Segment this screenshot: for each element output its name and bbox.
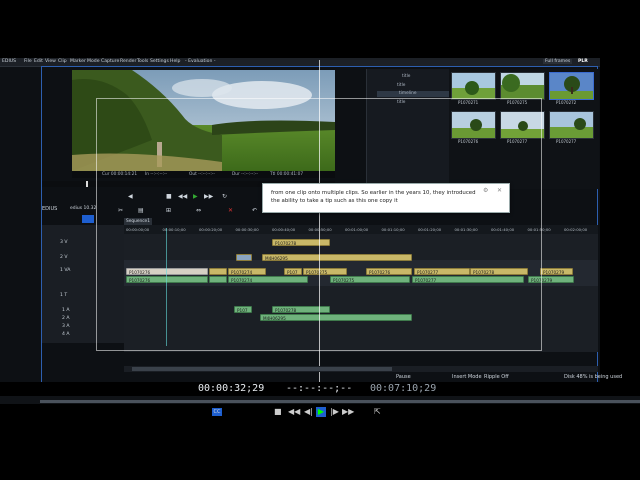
recorder-transport: CC ■ ◀◀ ◀| ▶ |▶ ▶▶ ⇱ [0, 404, 640, 424]
menu-mode[interactable]: Mode [87, 59, 100, 64]
thumbnail[interactable] [451, 72, 496, 100]
menu-capture[interactable]: Capture [101, 59, 119, 64]
menu-view[interactable]: View [45, 59, 56, 64]
ruler-tick-label: 00:02:00;00 [564, 227, 588, 232]
plr-badge[interactable]: PLR [578, 59, 588, 64]
evaluation-label: - Evaluation - [185, 59, 216, 64]
settings-icon[interactable]: ⚙ [483, 187, 488, 194]
status-pause: Pause [396, 374, 411, 380]
timecode-row: 00:00:32;29 --:--:--;-- 00:07:10;29 [0, 382, 640, 396]
track-label-2a: 2 A [62, 316, 70, 321]
track-label-1va: 1 VA [60, 268, 71, 273]
track-label-3v: 3 V [60, 240, 68, 245]
folder-item-selected[interactable]: timeline [377, 91, 449, 97]
caption-tooltip: from one clip onto multiple clips. So ea… [262, 183, 510, 213]
project-name: EDIUS [42, 206, 58, 212]
menu-settings[interactable]: Settings [150, 59, 169, 64]
folder-label: timeline [399, 91, 417, 96]
track-label-1t: 1 T [60, 293, 68, 298]
tc-current: 00:00:32;29 [198, 383, 265, 394]
thumbnail[interactable] [549, 111, 594, 139]
menu-tools[interactable]: Tools [137, 59, 148, 64]
track-label-4a: 4 A [62, 332, 70, 337]
tc-in-out: --:--:--;-- [286, 383, 353, 394]
app-logo: EDIUS [2, 59, 17, 64]
cc-button[interactable]: CC [212, 408, 222, 416]
folder-item[interactable]: title [402, 74, 410, 79]
status-ripple: Ripple Off [484, 374, 509, 380]
thumbnail-label: P1070272 [556, 100, 577, 105]
tc-duration: 00:07:10;29 [370, 383, 437, 394]
menu-help[interactable]: Help [170, 59, 180, 64]
step-forward-icon[interactable]: |▶ [330, 407, 339, 416]
scroll-thumb[interactable] [132, 367, 392, 371]
folder-item[interactable]: title [397, 83, 405, 88]
menu-marker[interactable]: Marker [70, 59, 86, 64]
rewind-icon[interactable]: ◀◀ [288, 407, 300, 416]
status-insert: Insert Mode [452, 374, 482, 380]
step-back-icon[interactable]: ◀| [304, 407, 313, 416]
project-version: edius 10.32 [70, 206, 97, 211]
frames-select[interactable]: Full frames [543, 59, 573, 64]
seek-track[interactable] [40, 400, 640, 403]
menu-render[interactable]: Render [120, 59, 136, 64]
clip-va[interactable]: P1070279 [540, 268, 573, 275]
menu-clip[interactable]: Clip [58, 59, 67, 64]
timeline-hscrollbar[interactable] [124, 366, 598, 372]
selection-rectangle [96, 98, 542, 351]
export-icon[interactable]: ⇱ [374, 407, 381, 416]
menu-file[interactable]: File [24, 59, 32, 64]
track-label-3a: 3 A [62, 324, 70, 329]
fast-forward-icon[interactable]: ▶▶ [342, 407, 354, 416]
track-label-1a: 1 A [62, 308, 70, 313]
menu-edit[interactable]: Edit [34, 59, 43, 64]
close-icon[interactable]: ✕ [497, 187, 502, 194]
track-label-2v: 2 V [60, 255, 68, 260]
stop-icon[interactable]: ■ [274, 407, 282, 416]
tooltip-text: from one clip onto multiple clips. So ea… [271, 190, 476, 204]
timeline-mode-button[interactable] [82, 215, 94, 223]
thumbnail[interactable] [500, 72, 545, 100]
thumbnail-label: P1070277 [556, 139, 577, 144]
play-icon[interactable]: ▶ [316, 407, 326, 417]
thumbnail-selected[interactable] [549, 72, 594, 100]
status-disk: Disk 48% is being used [564, 374, 623, 380]
scrubber-handle[interactable] [86, 181, 88, 187]
